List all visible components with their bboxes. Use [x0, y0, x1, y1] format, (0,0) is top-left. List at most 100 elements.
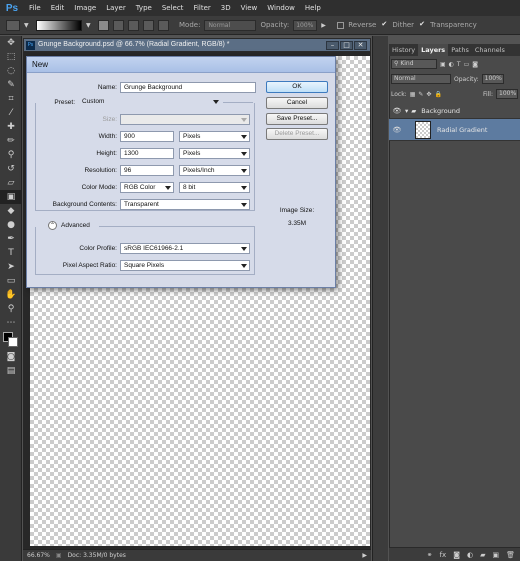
dither-checkbox[interactable]: ✔: [380, 20, 388, 29]
smart-object-filter-icon[interactable]: ◙: [472, 61, 478, 68]
lock-pixels-icon[interactable]: ✎: [418, 91, 423, 98]
menu-filter[interactable]: Filter: [188, 4, 215, 12]
more-tools-icon[interactable]: ⋯: [0, 316, 22, 330]
tab-layers[interactable]: Layers: [418, 44, 449, 56]
delete-preset-button[interactable]: Delete Preset...: [266, 128, 328, 140]
maximize-button[interactable]: □: [340, 41, 353, 50]
adjustment-filter-icon[interactable]: ◐: [449, 61, 454, 68]
menu-image[interactable]: Image: [69, 4, 101, 12]
pen-tool-icon[interactable]: ✒: [0, 232, 22, 246]
menu-select[interactable]: Select: [157, 4, 189, 12]
move-tool-icon[interactable]: ✥: [0, 36, 22, 50]
lock-transparent-icon[interactable]: ▦: [410, 91, 416, 98]
zoom-level[interactable]: 66.67%: [27, 552, 50, 559]
chevron-down-icon[interactable]: ▾: [405, 107, 408, 115]
blend-mode-select[interactable]: Normal: [391, 74, 451, 84]
transparency-checkbox[interactable]: ✔: [418, 20, 426, 29]
gradient-tool-icon[interactable]: [6, 19, 20, 31]
resolution-unit-select[interactable]: Pixels/Inch: [179, 165, 250, 176]
lock-all-icon[interactable]: 🔒: [434, 91, 441, 98]
adjustment-layer-icon[interactable]: ◐: [467, 551, 473, 559]
size-select[interactable]: [120, 114, 250, 125]
brush-tool-icon[interactable]: ✏: [0, 134, 22, 148]
kind-filter-select[interactable]: ⚲ Kind: [391, 59, 437, 69]
eye-icon[interactable]: 👁: [389, 126, 405, 134]
pixel-aspect-ratio-select[interactable]: Square Pixels: [120, 260, 250, 271]
width-field[interactable]: 900: [120, 131, 174, 142]
gradient-picker[interactable]: [36, 19, 82, 31]
type-filter-icon[interactable]: T: [457, 61, 461, 68]
blur-tool-icon[interactable]: ◆: [0, 204, 22, 218]
diamond-gradient-button[interactable]: [158, 19, 169, 31]
add-mask-icon[interactable]: ◙: [453, 551, 460, 559]
menu-window[interactable]: Window: [262, 4, 300, 12]
menu-edit[interactable]: Edit: [46, 4, 70, 12]
crop-tool-icon[interactable]: ⌗: [0, 92, 22, 106]
eyedropper-tool-icon[interactable]: ⁄: [0, 106, 22, 120]
cancel-button[interactable]: Cancel: [266, 97, 328, 109]
tab-paths[interactable]: Paths: [448, 44, 472, 56]
screen-mode-icon[interactable]: ▤: [0, 364, 22, 378]
eraser-tool-icon[interactable]: ▱: [0, 176, 22, 190]
height-field[interactable]: 1300: [120, 148, 174, 159]
bit-depth-select[interactable]: 8 bit: [179, 182, 250, 193]
document-tab[interactable]: Ps Grunge Background.psd @ 66.7% (Radial…: [23, 38, 371, 52]
tab-history[interactable]: History: [389, 44, 418, 56]
name-field[interactable]: Grunge Background: [120, 82, 256, 93]
hand-tool-icon[interactable]: ✋: [0, 288, 22, 302]
trash-icon[interactable]: 🗑: [506, 551, 515, 559]
history-brush-tool-icon[interactable]: ↺: [0, 162, 22, 176]
save-preset-button[interactable]: Save Preset...: [266, 113, 328, 125]
dialog-titlebar[interactable]: New: [27, 57, 335, 73]
link-layers-icon[interactable]: ⚭: [427, 551, 433, 559]
pixel-filter-icon[interactable]: ▣: [440, 61, 446, 68]
menu-layer[interactable]: Layer: [101, 4, 131, 12]
ok-button[interactable]: OK: [266, 81, 328, 93]
layer-style-icon[interactable]: fx: [440, 551, 447, 559]
quick-mask-icon[interactable]: ◙: [0, 350, 22, 364]
quick-select-tool-icon[interactable]: ✎: [0, 78, 22, 92]
eye-icon[interactable]: 👁: [389, 107, 405, 115]
shape-tool-icon[interactable]: ▭: [0, 274, 22, 288]
new-group-icon[interactable]: ▰: [480, 551, 485, 559]
minimize-button[interactable]: –: [326, 41, 339, 50]
angle-gradient-button[interactable]: [128, 19, 139, 31]
background-contents-select[interactable]: Transparent: [120, 199, 250, 210]
menu-file[interactable]: File: [24, 4, 46, 12]
type-tool-icon[interactable]: T: [0, 246, 22, 260]
mode-select[interactable]: Normal: [204, 19, 257, 31]
marquee-tool-icon[interactable]: ⬚: [0, 50, 22, 64]
linear-gradient-button[interactable]: [98, 19, 109, 31]
reverse-checkbox[interactable]: [337, 21, 345, 29]
color-swatches[interactable]: [0, 330, 22, 350]
opacity-input[interactable]: 100%: [293, 19, 318, 31]
shape-filter-icon[interactable]: ▭: [464, 61, 470, 68]
lasso-tool-icon[interactable]: ◌: [0, 64, 22, 78]
chevron-right-icon[interactable]: ▶: [321, 22, 329, 29]
reflected-gradient-button[interactable]: [143, 19, 154, 31]
width-unit-select[interactable]: Pixels: [179, 131, 250, 142]
menu-view[interactable]: View: [236, 4, 263, 12]
lock-position-icon[interactable]: ✥: [426, 91, 431, 98]
path-select-tool-icon[interactable]: ➤: [0, 260, 22, 274]
gradient-tool-icon[interactable]: ▣: [0, 190, 22, 204]
menu-3d[interactable]: 3D: [216, 4, 236, 12]
height-unit-select[interactable]: Pixels: [179, 148, 250, 159]
chevron-right-icon[interactable]: ▶: [362, 552, 367, 559]
layer-group-row[interactable]: 👁 ▾ ▰ Background: [389, 104, 520, 119]
new-layer-icon[interactable]: ▣: [492, 551, 499, 559]
color-mode-select[interactable]: RGB Color: [120, 182, 174, 193]
clone-stamp-tool-icon[interactable]: ⚲: [0, 148, 22, 162]
background-color-swatch[interactable]: [8, 337, 18, 347]
chevron-down-icon[interactable]: ▼: [86, 22, 94, 29]
tab-channels[interactable]: Channels: [472, 44, 508, 56]
dodge-tool-icon[interactable]: ●: [0, 218, 22, 232]
layer-opacity-input[interactable]: 100%: [481, 74, 504, 84]
radial-gradient-button[interactable]: [113, 19, 124, 31]
menu-help[interactable]: Help: [300, 4, 326, 12]
close-button[interactable]: ✕: [354, 41, 367, 50]
healing-brush-tool-icon[interactable]: ✚: [0, 120, 22, 134]
menu-type[interactable]: Type: [131, 4, 157, 12]
fill-input[interactable]: 100%: [496, 89, 518, 99]
layer-row-selected[interactable]: 👁 Radial Gradient: [389, 119, 520, 141]
